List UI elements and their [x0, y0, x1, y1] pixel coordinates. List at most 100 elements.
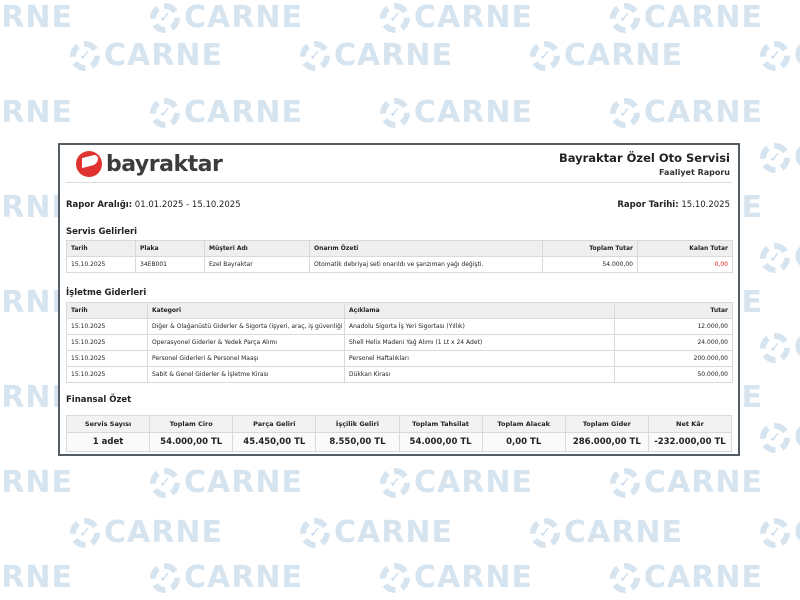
check-gear-icon: ✓	[70, 40, 100, 71]
watermark-tile: ✓ CARNE	[760, 240, 800, 275]
watermark-text: CARNE	[644, 0, 763, 35]
report-range: Rapor Aralığı: 01.01.2025 - 15.10.2025	[66, 200, 241, 210]
watermark-tile: ✓ CARNE	[760, 140, 800, 175]
watermark-text: CARNE	[644, 560, 763, 595]
check-gear-icon: ✓	[300, 40, 330, 71]
watermark-tile: ✓CARNE	[380, 95, 533, 130]
check-gear-icon: ✓	[300, 517, 330, 548]
summary-value: 286.000,00 TL	[564, 432, 649, 452]
col-header: Net Kâr	[647, 415, 733, 433]
watermark-text: CARNE	[794, 330, 800, 365]
service-table: Tarih Plaka Müşteri Adı Onarım Özeti Top…	[66, 240, 733, 273]
watermark-text: CARNE	[564, 515, 683, 550]
watermark-tile: ✓CARNE	[70, 515, 223, 550]
cell-date: 15.10.2025	[66, 334, 148, 351]
brand-logo: bayraktar	[76, 151, 223, 177]
col-header: Toplam Gider	[564, 415, 649, 433]
col-header: Müşteri Adı	[204, 240, 310, 257]
watermark-text: CARNE	[794, 38, 800, 73]
watermark-text: CARNE	[334, 38, 453, 73]
flag-logo-icon	[76, 151, 102, 177]
check-gear-icon: ✓	[610, 467, 640, 498]
watermark-tile: ✓CARNE	[150, 95, 303, 130]
check-gear-icon: ✓	[150, 467, 180, 498]
watermark-text: CARNE	[414, 560, 533, 595]
check-gear-icon: ✓	[610, 562, 640, 593]
watermark-text: CARNE	[644, 465, 763, 500]
watermark-tile: ✓CARNE	[610, 560, 763, 595]
logo-text: bayraktar	[106, 151, 223, 177]
summary-values-row: 1 adet 54.000,00 TL 45.450,00 TL 8.550,0…	[65, 432, 733, 452]
table-row: 15.10.2025 Sabit & Genel Giderler & İşle…	[66, 366, 733, 383]
watermark-tile: ✓CARNE	[760, 420, 800, 455]
watermark-text: CARNE	[0, 560, 73, 595]
col-header: Tutar	[614, 302, 733, 319]
check-gear-icon: ✓	[760, 242, 790, 273]
watermark-text: CARNE	[184, 95, 303, 130]
summary-value: 0,00 TL	[481, 432, 566, 452]
report-date: Rapor Tarihi: 15.10.2025	[617, 200, 730, 210]
table-row: 15.10.2025 Personel Giderleri & Personel…	[66, 350, 733, 367]
watermark-text: CARNE	[0, 465, 73, 500]
cell-summary: Otomatik debriyaj seti onarıldı ve şanzı…	[309, 256, 543, 273]
watermark-text: CARNE	[794, 140, 800, 175]
cell-total: 54.000,00	[542, 256, 638, 273]
check-gear-icon: ✓	[760, 332, 790, 363]
watermark-text: CARNE	[184, 560, 303, 595]
watermark-tile: ✓CARNE	[610, 465, 763, 500]
check-gear-icon: ✓	[610, 97, 640, 128]
date-value: 15.10.2025	[678, 200, 730, 210]
service-section-title: Servis Gelirleri	[66, 227, 138, 237]
cell-category: Sabit & Genel Giderler & İşletme Kirası	[147, 366, 345, 383]
col-header: Onarım Özeti	[309, 240, 543, 257]
summary-section-title: Finansal Özet	[66, 395, 132, 405]
cell-category: Operasyonel Giderler & Yedek Parça Alımı	[147, 334, 345, 351]
report-subtitle: Faaliyet Raporu	[659, 168, 730, 177]
cell-date: 15.10.2025	[66, 318, 148, 335]
cell-date: 15.10.2025	[66, 366, 148, 383]
watermark-text: CARNE	[104, 38, 223, 73]
col-header: Kalan Tutar	[637, 240, 733, 257]
watermark-tile: ✓CARNE	[530, 38, 683, 73]
expenses-section-title: İşletme Giderleri	[66, 288, 147, 298]
watermark-tile: ✓CARNE	[0, 0, 73, 35]
cell-amount: 12.000,00	[614, 318, 733, 335]
watermark-text: CARNE	[644, 95, 763, 130]
range-label: Rapor Aralığı:	[66, 200, 133, 210]
summary-value: 8.550,00 TL	[315, 432, 400, 452]
watermark-tile: ✓CARNE	[150, 560, 303, 595]
watermark-tile: ✓CARNE	[300, 515, 453, 550]
cell-amount: 24.000,00	[614, 334, 733, 351]
watermark-text: CARNE	[794, 240, 800, 275]
table-row: 15.10.2025 Operasyonel Giderler & Yedek …	[66, 334, 733, 351]
cell-amount: 50.000,00	[614, 366, 733, 383]
watermark-text: CARNE	[414, 95, 533, 130]
watermark-tile: ✓CARNE	[150, 465, 303, 500]
watermark-text: CARNE	[0, 0, 73, 35]
watermark-text: CARNE	[414, 465, 533, 500]
table-row: 15.10.2025 Diğer & Olağanüstü Giderler &…	[66, 318, 733, 335]
cell-description: Personel Haftalıkları	[344, 350, 615, 367]
cell-date: 15.10.2025	[66, 350, 148, 367]
company-header: Bayraktar Özel Oto Servisi Faaliyet Rapo…	[559, 151, 730, 177]
watermark-tile: ✓CARNE	[0, 95, 73, 130]
date-label: Rapor Tarihi:	[617, 200, 679, 210]
check-gear-icon: ✓	[760, 517, 790, 548]
watermark-text: CARNE	[414, 0, 533, 35]
cell-description: Shell Helix Madeni Yağ Alımı (1 Lt x 24 …	[344, 334, 615, 351]
col-header: Toplam Ciro	[149, 415, 234, 433]
watermark-tile: ✓CARNE	[380, 560, 533, 595]
watermark-tile: ✓CARNE	[0, 560, 73, 595]
watermark-text: CARNE	[794, 515, 800, 550]
watermark-text: CARNE	[0, 95, 73, 130]
col-header: Açıklama	[344, 302, 615, 319]
watermark-text: CARNE	[104, 515, 223, 550]
check-gear-icon: ✓	[380, 467, 410, 498]
company-name: Bayraktar Özel Oto Servisi	[558, 151, 730, 165]
summary-value: 45.450,00 TL	[232, 432, 317, 452]
cell-remaining: 0,00	[637, 256, 733, 273]
col-header: Tarih	[66, 302, 148, 319]
check-gear-icon: ✓	[760, 142, 790, 173]
watermark-tile: ✓CARNE	[300, 38, 453, 73]
watermark-text: CARNE	[564, 38, 683, 73]
